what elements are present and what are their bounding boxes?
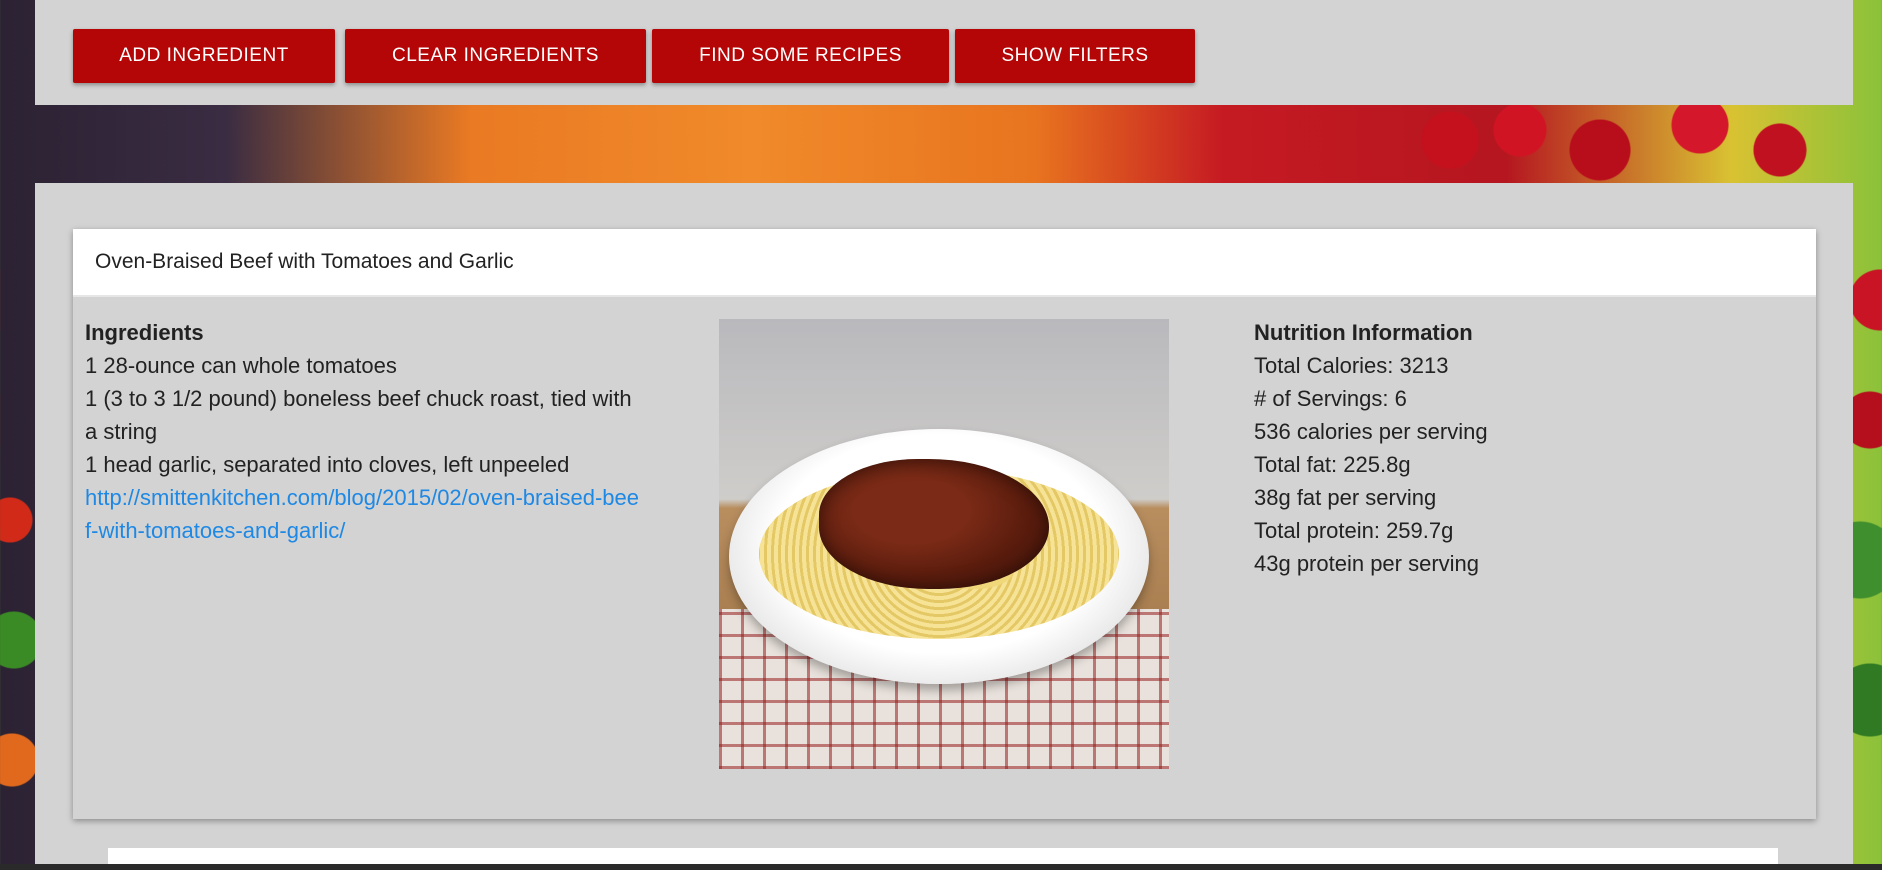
nutrition-section: Nutrition Information Total Calories: 32… (1254, 316, 1754, 580)
bottom-bar (0, 864, 1882, 870)
nutrition-servings: # of Servings: 6 (1254, 386, 1407, 411)
nutrition-protein-per-serving: 43g protein per serving (1254, 551, 1480, 576)
nutrition-heading: Nutrition Information (1254, 320, 1473, 345)
results-panel: Oven-Braised Beef with Tomatoes and Garl… (35, 183, 1853, 870)
add-ingredient-button[interactable]: ADD INGREDIENT (73, 29, 335, 83)
nutrition-fat-per-serving: 38g fat per serving (1254, 485, 1437, 510)
recipe-card: Oven-Braised Beef with Tomatoes and Garl… (73, 229, 1816, 819)
beef-graphic (819, 459, 1049, 589)
ingredient-item: 1 28-ounce can whole tomatoes (85, 353, 397, 378)
ingredients-heading: Ingredients (85, 320, 204, 345)
toolbar: ADD INGREDIENT CLEAR INGREDIENTS FIND SO… (35, 0, 1853, 105)
recipe-image (719, 319, 1169, 769)
nutrition-total-protein: Total protein: 259.7g (1254, 518, 1454, 543)
nutrition-calories-per-serving: 536 calories per serving (1254, 419, 1488, 444)
show-filters-button[interactable]: SHOW FILTERS (955, 29, 1195, 83)
clear-ingredients-button[interactable]: CLEAR INGREDIENTS (345, 29, 646, 83)
recipe-source-link[interactable]: http://smittenkitchen.com/blog/2015/02/o… (85, 481, 645, 547)
recipe-title: Oven-Braised Beef with Tomatoes and Garl… (95, 250, 514, 273)
nutrition-total-fat: Total fat: 225.8g (1254, 452, 1411, 477)
recipe-card-header[interactable]: Oven-Braised Beef with Tomatoes and Garl… (73, 229, 1816, 297)
ingredients-section: Ingredients 1 28-ounce can whole tomatoe… (85, 316, 645, 547)
find-recipes-button[interactable]: FIND SOME RECIPES (652, 29, 949, 83)
ingredient-item: 1 (3 to 3 1/2 pound) boneless beef chuck… (85, 386, 632, 444)
nutrition-total-calories: Total Calories: 3213 (1254, 353, 1449, 378)
ingredient-item: 1 head garlic, separated into cloves, le… (85, 452, 570, 477)
